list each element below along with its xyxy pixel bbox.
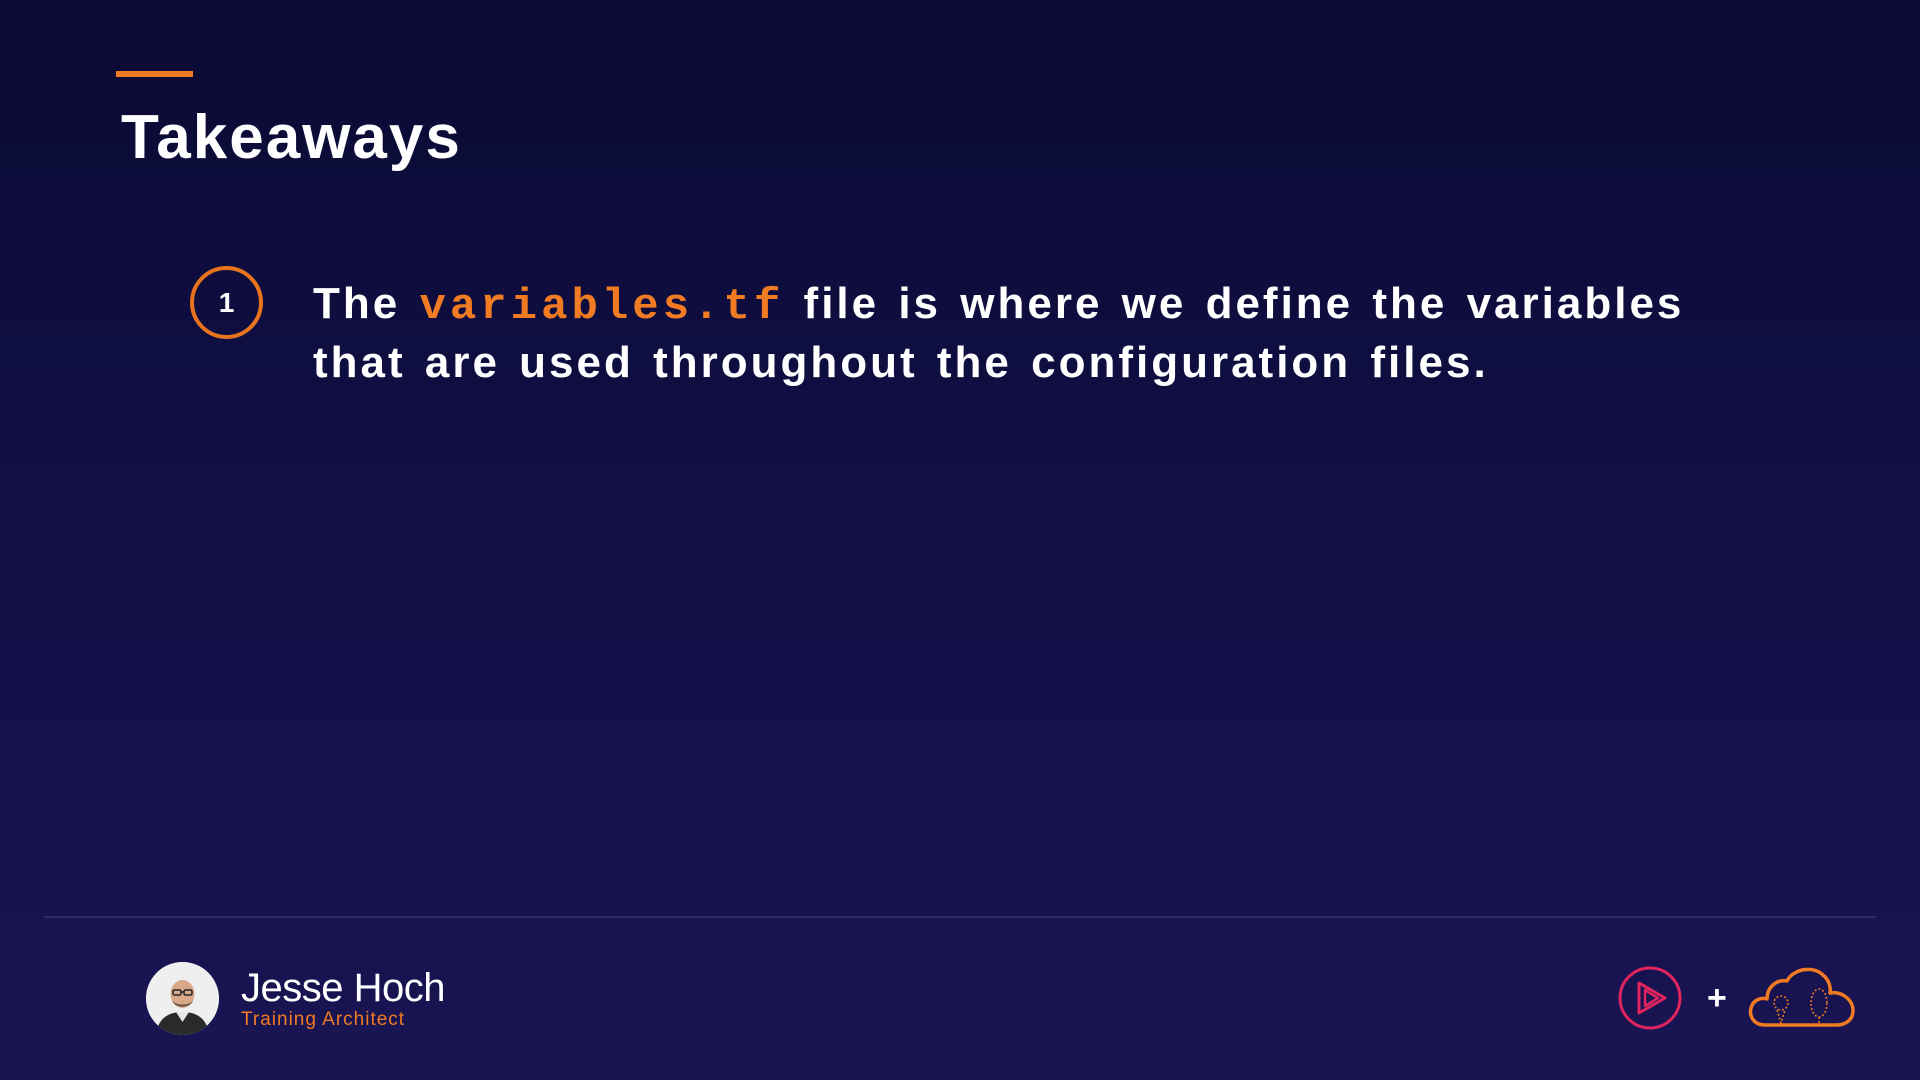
presenter-name: Jesse Hoch [241,965,445,1010]
takeaway-number-badge: 1 [190,266,263,339]
footer-divider [44,916,1876,918]
takeaway-code: variables.tf [419,282,785,332]
presenter-role: Training Architect [241,1008,406,1030]
play-logo-icon [1618,966,1682,1030]
slide-title: Takeaways [121,103,462,172]
avatar-portrait-icon [146,962,219,1035]
presenter-info: Jesse Hoch Training Architect [241,967,445,1031]
footer-logos: + [1617,965,1857,1031]
cloud-logo-icon [1748,967,1855,1027]
presenter-avatar [146,962,219,1035]
title-accent-bar [116,71,193,77]
takeaway-text-before: The [313,279,420,328]
logo-plus-sign: + [1707,978,1727,1017]
takeaway-text: The variables.tf file is where we define… [313,276,1750,391]
takeaway-item: 1 The variables.tf file is where we defi… [190,266,1750,391]
presenter-block: Jesse Hoch Training Architect [146,962,445,1035]
